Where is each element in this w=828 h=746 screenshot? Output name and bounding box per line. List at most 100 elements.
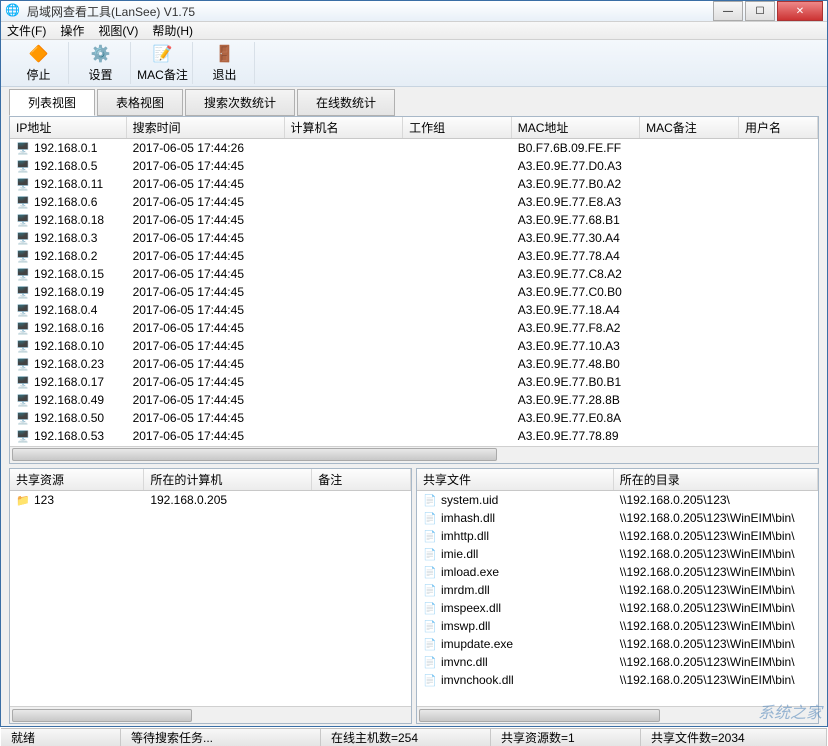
host-icon: 🖥️ [16, 195, 32, 209]
tab-online-stat[interactable]: 在线数统计 [297, 89, 395, 116]
table-row[interactable]: 🖥️192.168.0.112017-06-05 17:44:45A3.E0.9… [10, 175, 818, 193]
host-icon: 🖥️ [16, 339, 32, 353]
close-button[interactable]: ✕ [777, 1, 823, 21]
share-list[interactable]: 📁123192.168.0.205 [10, 491, 411, 706]
table-row[interactable]: 🖥️192.168.0.22017-06-05 17:44:45A3.E0.9E… [10, 247, 818, 265]
table-row[interactable]: 📄imvnchook.dll\\192.168.0.205\123\WinEIM… [417, 671, 818, 689]
col-dir[interactable]: 所在的目录 [614, 469, 818, 490]
status-waiting: 等待搜索任务... [121, 729, 321, 746]
status-share-res: 共享资源数=1 [491, 729, 641, 746]
stop-button[interactable]: 🔶 停止 [9, 42, 69, 84]
files-list[interactable]: 📄system.uid\\192.168.0.205\123\📄imhash.d… [417, 491, 818, 706]
table-row[interactable]: 🖥️192.168.0.492017-06-05 17:44:45A3.E0.9… [10, 391, 818, 409]
file-icon: 📄 [423, 529, 439, 543]
table-row[interactable]: 🖥️192.168.0.232017-06-05 17:44:45A3.E0.9… [10, 355, 818, 373]
table-row[interactable]: 📄imload.exe\\192.168.0.205\123\WinEIM\bi… [417, 563, 818, 581]
table-row[interactable]: 🖥️192.168.0.172017-06-05 17:44:45A3.E0.9… [10, 373, 818, 391]
col-workgroup[interactable]: 工作组 [403, 117, 512, 138]
status-ready: 就绪 [1, 729, 121, 746]
col-ip[interactable]: IP地址 [10, 117, 127, 138]
col-file[interactable]: 共享文件 [417, 469, 614, 490]
table-row[interactable]: 📄system.uid\\192.168.0.205\123\ [417, 491, 818, 509]
host-icon: 🖥️ [16, 231, 32, 245]
file-icon: 📄 [423, 655, 439, 669]
table-row[interactable]: 🖥️192.168.0.32017-06-05 17:44:45A3.E0.9E… [10, 229, 818, 247]
table-row[interactable]: 🖥️192.168.0.162017-06-05 17:44:45A3.E0.9… [10, 319, 818, 337]
table-row[interactable]: 📄imrdm.dll\\192.168.0.205\123\WinEIM\bin… [417, 581, 818, 599]
share-pane: 共享资源 所在的计算机 备注 📁123192.168.0.205 [9, 468, 412, 724]
menu-operate[interactable]: 操作 [60, 22, 84, 39]
col-computer[interactable]: 计算机名 [285, 117, 404, 138]
hosts-hscroll[interactable] [10, 446, 818, 463]
file-icon: 📄 [423, 547, 439, 561]
table-row[interactable]: 🖥️192.168.0.192017-06-05 17:44:45A3.E0.9… [10, 283, 818, 301]
table-row[interactable]: 📄imspeex.dll\\192.168.0.205\123\WinEIM\b… [417, 599, 818, 617]
table-row[interactable]: 📁123192.168.0.205 [10, 491, 411, 509]
col-share-note[interactable]: 备注 [312, 469, 411, 490]
hosts-header: IP地址 搜索时间 计算机名 工作组 MAC地址 MAC备注 用户名 [10, 117, 818, 139]
col-mac[interactable]: MAC地址 [512, 117, 640, 138]
tab-search-stat[interactable]: 搜索次数统计 [185, 89, 295, 116]
col-macnote[interactable]: MAC备注 [640, 117, 739, 138]
table-row[interactable]: 📄imupdate.exe\\192.168.0.205\123\WinEIM\… [417, 635, 818, 653]
host-icon: 🖥️ [16, 141, 32, 155]
minimize-button[interactable]: — [713, 1, 743, 21]
settings-button[interactable]: ⚙️ 设置 [71, 42, 131, 84]
menubar: 文件(F) 操作 视图(V) 帮助(H) [1, 22, 827, 40]
table-row[interactable]: 🖥️192.168.0.102017-06-05 17:44:45A3.E0.9… [10, 337, 818, 355]
host-icon: 🖥️ [16, 321, 32, 335]
host-icon: 🖥️ [16, 249, 32, 263]
host-icon: 🖥️ [16, 357, 32, 371]
menu-view[interactable]: 视图(V) [98, 22, 138, 39]
file-icon: 📄 [423, 583, 439, 597]
exit-icon: 🚪 [215, 44, 235, 64]
status-share-files: 共享文件数=2034 [641, 729, 827, 746]
table-row[interactable]: 🖥️192.168.0.52017-06-05 17:44:45A3.E0.9E… [10, 157, 818, 175]
host-icon: 🖥️ [16, 375, 32, 389]
host-icon: 🖥️ [16, 393, 32, 407]
file-icon: 📄 [423, 511, 439, 525]
table-row[interactable]: 📄imvnc.dll\\192.168.0.205\123\WinEIM\bin… [417, 653, 818, 671]
table-row[interactable]: 🖥️192.168.0.532017-06-05 17:44:45A3.E0.9… [10, 427, 818, 445]
table-row[interactable]: 🖥️192.168.0.62017-06-05 17:44:45A3.E0.9E… [10, 193, 818, 211]
menu-file[interactable]: 文件(F) [7, 22, 46, 39]
window-title: 局域网查看工具(LanSee) V1.75 [27, 3, 713, 20]
host-icon: 🖥️ [16, 267, 32, 281]
table-row[interactable]: 📄imie.dll\\192.168.0.205\123\WinEIM\bin\ [417, 545, 818, 563]
host-icon: 🖥️ [16, 411, 32, 425]
titlebar: 🌐 局域网查看工具(LanSee) V1.75 — ☐ ✕ [1, 1, 827, 22]
share-hscroll[interactable] [10, 706, 411, 723]
table-row[interactable]: 📄imhttp.dll\\192.168.0.205\123\WinEIM\bi… [417, 527, 818, 545]
tab-table-view[interactable]: 表格视图 [97, 89, 183, 116]
table-row[interactable]: 🖥️192.168.0.12017-06-05 17:44:26B0.F7.6B… [10, 139, 818, 157]
bottom-panes: 共享资源 所在的计算机 备注 📁123192.168.0.205 共享文件 所在… [9, 468, 819, 724]
host-icon: 🖥️ [16, 303, 32, 317]
table-row[interactable]: 🖥️192.168.0.42017-06-05 17:44:45A3.E0.9E… [10, 301, 818, 319]
hosts-list[interactable]: 🖥️192.168.0.12017-06-05 17:44:26B0.F7.6B… [10, 139, 818, 446]
menu-help[interactable]: 帮助(H) [152, 22, 193, 39]
table-row[interactable]: 📄imhash.dll\\192.168.0.205\123\WinEIM\bi… [417, 509, 818, 527]
col-resource[interactable]: 共享资源 [10, 469, 144, 490]
macnote-button[interactable]: 📝 MAC备注 [133, 42, 193, 84]
col-time[interactable]: 搜索时间 [127, 117, 285, 138]
table-row[interactable]: 🖥️192.168.0.502017-06-05 17:44:45A3.E0.9… [10, 409, 818, 427]
files-hscroll[interactable] [417, 706, 818, 723]
maximize-button[interactable]: ☐ [745, 1, 775, 21]
status-online-hosts: 在线主机数=254 [321, 729, 491, 746]
table-row[interactable]: 🖥️192.168.0.152017-06-05 17:44:45A3.E0.9… [10, 265, 818, 283]
exit-button[interactable]: 🚪 退出 [195, 42, 255, 84]
app-window: 🌐 局域网查看工具(LanSee) V1.75 — ☐ ✕ 文件(F) 操作 视… [0, 0, 828, 727]
toolbar: 🔶 停止 ⚙️ 设置 📝 MAC备注 🚪 退出 [1, 40, 827, 87]
tab-list-view[interactable]: 列表视图 [9, 89, 95, 116]
file-icon: 📄 [423, 619, 439, 633]
file-icon: 📄 [423, 601, 439, 615]
host-icon: 🖥️ [16, 285, 32, 299]
view-tabs: 列表视图 表格视图 搜索次数统计 在线数统计 [9, 89, 819, 116]
statusbar: 就绪 等待搜索任务... 在线主机数=254 共享资源数=1 共享文件数=203… [1, 728, 827, 746]
col-user[interactable]: 用户名 [739, 117, 818, 138]
table-row[interactable]: 📄imswp.dll\\192.168.0.205\123\WinEIM\bin… [417, 617, 818, 635]
file-icon: 📄 [423, 493, 439, 507]
table-row[interactable]: 🖥️192.168.0.182017-06-05 17:44:45A3.E0.9… [10, 211, 818, 229]
col-share-computer[interactable]: 所在的计算机 [144, 469, 312, 490]
files-header: 共享文件 所在的目录 [417, 469, 818, 491]
